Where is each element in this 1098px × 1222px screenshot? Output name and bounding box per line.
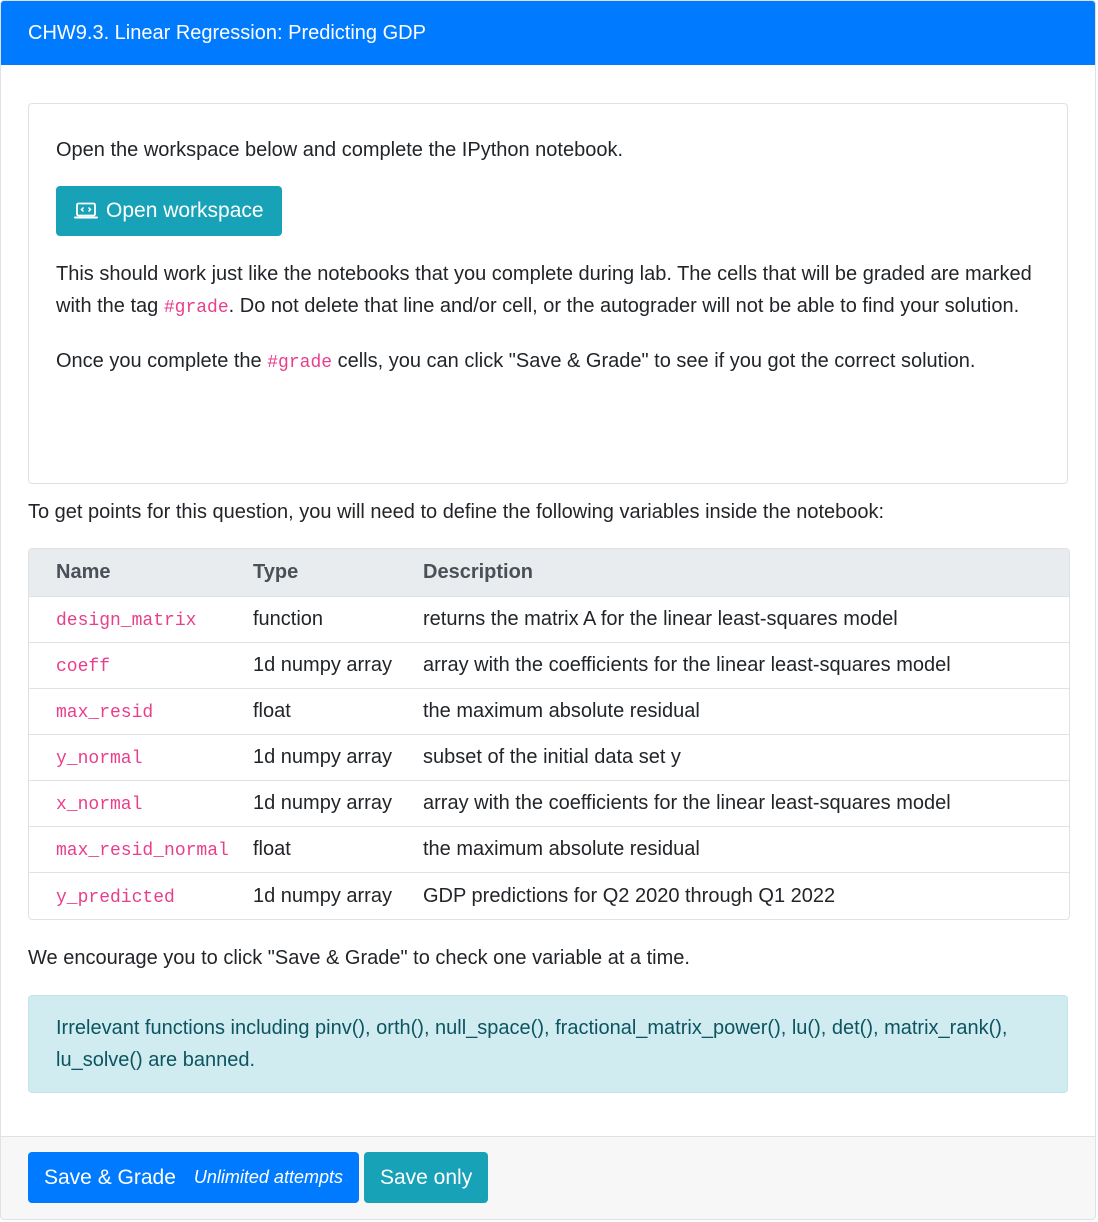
save-grade-text: Once you complete the (56, 350, 268, 372)
save-grade-label: Save & Grade (44, 1165, 176, 1189)
column-header-type: Type (253, 549, 423, 597)
save-grade-text-cont: cells, you can click "Save & Grade" to s… (332, 350, 976, 372)
table-row: y_normal 1d numpy array subset of the in… (29, 735, 1069, 781)
variable-type: 1d numpy array (253, 884, 392, 907)
question-footer: Save & Grade Unlimited attempts Save onl… (1, 1136, 1095, 1219)
question-card: CHW9.3. Linear Regression: Predicting GD… (0, 0, 1096, 1220)
variable-name: y_normal (56, 749, 143, 769)
variable-name: design_matrix (56, 611, 197, 631)
variable-type: float (253, 827, 423, 873)
table-row: coeff 1d numpy array array with the coef… (29, 643, 1069, 689)
table-header-row: Name Type Description (29, 549, 1069, 597)
workspace-panel: Open the workspace below and complete th… (28, 103, 1068, 484)
variable-type: 1d numpy array (253, 735, 423, 781)
variable-description: array with the coefficients for the line… (423, 643, 1069, 689)
variable-name: coeff (56, 657, 111, 677)
table-row: x_normal 1d numpy array array with the c… (29, 781, 1069, 827)
save-grade-instructions: Once you complete the #grade cells, you … (56, 345, 1040, 379)
column-header-name: Name (29, 549, 253, 597)
variable-description: GDP predictions for Q2 2020 through Q1 2… (423, 884, 836, 907)
variable-type: 1d numpy array (253, 781, 423, 827)
workspace-intro: Open the workspace below and complete th… (56, 139, 624, 161)
workspace-instructions: This should work just like the notebooks… (56, 258, 1040, 324)
encourage-text: We encourage you to click "Save & Grade"… (28, 947, 690, 969)
table-row: design_matrix function returns the matri… (29, 597, 1069, 643)
laptop-code-icon (74, 202, 98, 220)
open-workspace-button[interactable]: Open workspace (56, 186, 282, 236)
variable-description: returns the matrix A for the linear leas… (423, 597, 1069, 643)
alert-text: Irrelevant functions including pinv(), o… (56, 1017, 1008, 1071)
variable-name: max_resid (56, 703, 154, 723)
column-header-description: Description (423, 549, 1069, 597)
variables-intro: To get points for this question, you wil… (28, 501, 885, 523)
variable-type: float (253, 689, 423, 735)
variables-table: Name Type Description design_matrix func… (28, 548, 1070, 920)
variable-description: the maximum absolute residual (423, 689, 1069, 735)
attempts-label: Unlimited attempts (193, 1167, 343, 1187)
table-row: y_predicted 1d numpy array GDP predictio… (29, 873, 1069, 919)
open-workspace-label: Open workspace (106, 199, 264, 222)
variable-name: x_normal (56, 795, 143, 815)
variable-name: max_resid_normal (56, 841, 229, 861)
question-header: CHW9.3. Linear Regression: Predicting GD… (1, 1, 1095, 65)
table-row: max_resid float the maximum absolute res… (29, 689, 1069, 735)
grade-tag: #grade (163, 298, 229, 318)
save-only-button[interactable]: Save only (363, 1152, 489, 1203)
variable-name: y_predicted (56, 887, 175, 908)
banned-functions-alert: Irrelevant functions including pinv(), o… (28, 995, 1068, 1093)
question-body: Open the workspace below and complete th… (1, 65, 1095, 1093)
save-grade-button[interactable]: Save & Grade Unlimited attempts (28, 1152, 359, 1203)
grade-tag: #grade (267, 353, 333, 373)
variable-type: function (253, 597, 423, 643)
variable-description: the maximum absolute residual (423, 827, 1069, 873)
table-row: max_resid_normal float the maximum absol… (29, 827, 1069, 873)
variable-type: 1d numpy array (253, 643, 423, 689)
variable-description: subset of the initial data set y (423, 735, 1069, 781)
instructions-text-cont: . Do not delete that line and/or cell, o… (228, 295, 1020, 317)
variable-description: array with the coefficients for the line… (423, 781, 1069, 827)
save-only-label: Save only (379, 1165, 473, 1189)
question-title: CHW9.3. Linear Regression: Predicting GD… (28, 21, 426, 44)
